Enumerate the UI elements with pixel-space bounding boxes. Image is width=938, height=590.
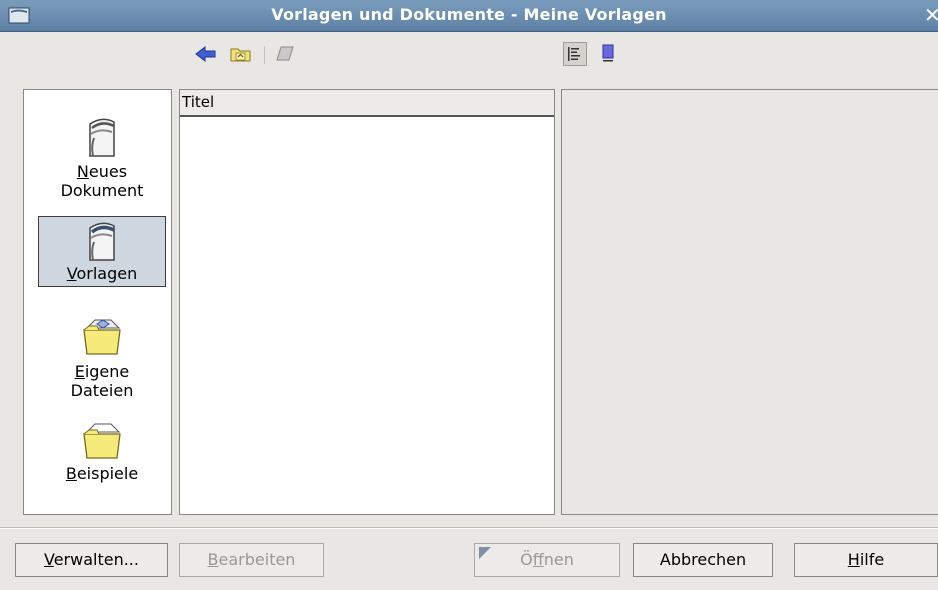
window-titlebar: Vorlagen und Dokumente - Meine Vorlagen … [0, 0, 938, 32]
nav-label: orlagen [76, 264, 138, 283]
button-label: erwalten... [53, 550, 139, 569]
button-label: ilfe [859, 550, 885, 569]
print-icon[interactable] [274, 42, 298, 66]
preview-pane [561, 89, 938, 515]
templates-icon [89, 222, 115, 261]
column-header-title[interactable]: Titel [180, 90, 554, 117]
nav-label-accel: E [74, 362, 85, 381]
nav-label-line2: Dokument [60, 181, 144, 200]
open-button[interactable]: Öffnen [474, 543, 620, 577]
up-folder-icon[interactable] [229, 42, 253, 66]
nav-label: igene [84, 362, 130, 381]
close-icon[interactable]: ✕ [924, 3, 938, 27]
button-label: earbeiten [218, 550, 296, 569]
navigation-pane: Neues Dokument Vorlagen Eigene Dateien B… [23, 89, 172, 515]
nav-label-accel: N [76, 162, 89, 181]
cancel-button[interactable]: Abbrechen [633, 543, 773, 577]
help-button[interactable]: Hilfe [794, 543, 938, 577]
nav-label-line2: Dateien [70, 381, 134, 400]
nav-item-new-document[interactable]: Neues Dokument [38, 116, 166, 200]
nav-item-samples[interactable]: Beispiele [38, 420, 166, 483]
my-documents-folder-icon [83, 319, 121, 355]
button-accel: f [532, 550, 544, 569]
nav-label: eues [88, 162, 128, 181]
nav-label: eispiele [76, 464, 139, 483]
button-accel: B [207, 550, 219, 569]
nav-item-templates[interactable]: Vorlagen [38, 216, 166, 287]
window-title: Vorlagen und Dokumente - Meine Vorlagen [271, 5, 667, 24]
divider-highlight [0, 528, 938, 529]
samples-folder-icon [83, 423, 121, 459]
nav-label-accel: B [65, 464, 77, 483]
edit-button[interactable]: Bearbeiten [179, 543, 324, 577]
template-list[interactable]: Titel [179, 89, 555, 515]
button-accel: V [44, 550, 54, 569]
button-label: fnen [543, 550, 574, 569]
nav-label-accel: V [66, 264, 77, 283]
toolbar [0, 42, 938, 72]
nav-item-my-documents[interactable]: Eigene Dateien [38, 316, 166, 400]
button-accel: H [847, 550, 860, 569]
default-button-marker-icon [479, 547, 491, 559]
document-preview-icon[interactable] [596, 42, 620, 66]
button-label: Ö [520, 550, 533, 569]
new-document-icon [89, 118, 115, 157]
details-view-icon[interactable] [563, 42, 587, 66]
back-arrow-icon[interactable] [194, 42, 218, 66]
toolbar-separator [264, 46, 265, 64]
manage-button[interactable]: Verwalten... [15, 543, 168, 577]
